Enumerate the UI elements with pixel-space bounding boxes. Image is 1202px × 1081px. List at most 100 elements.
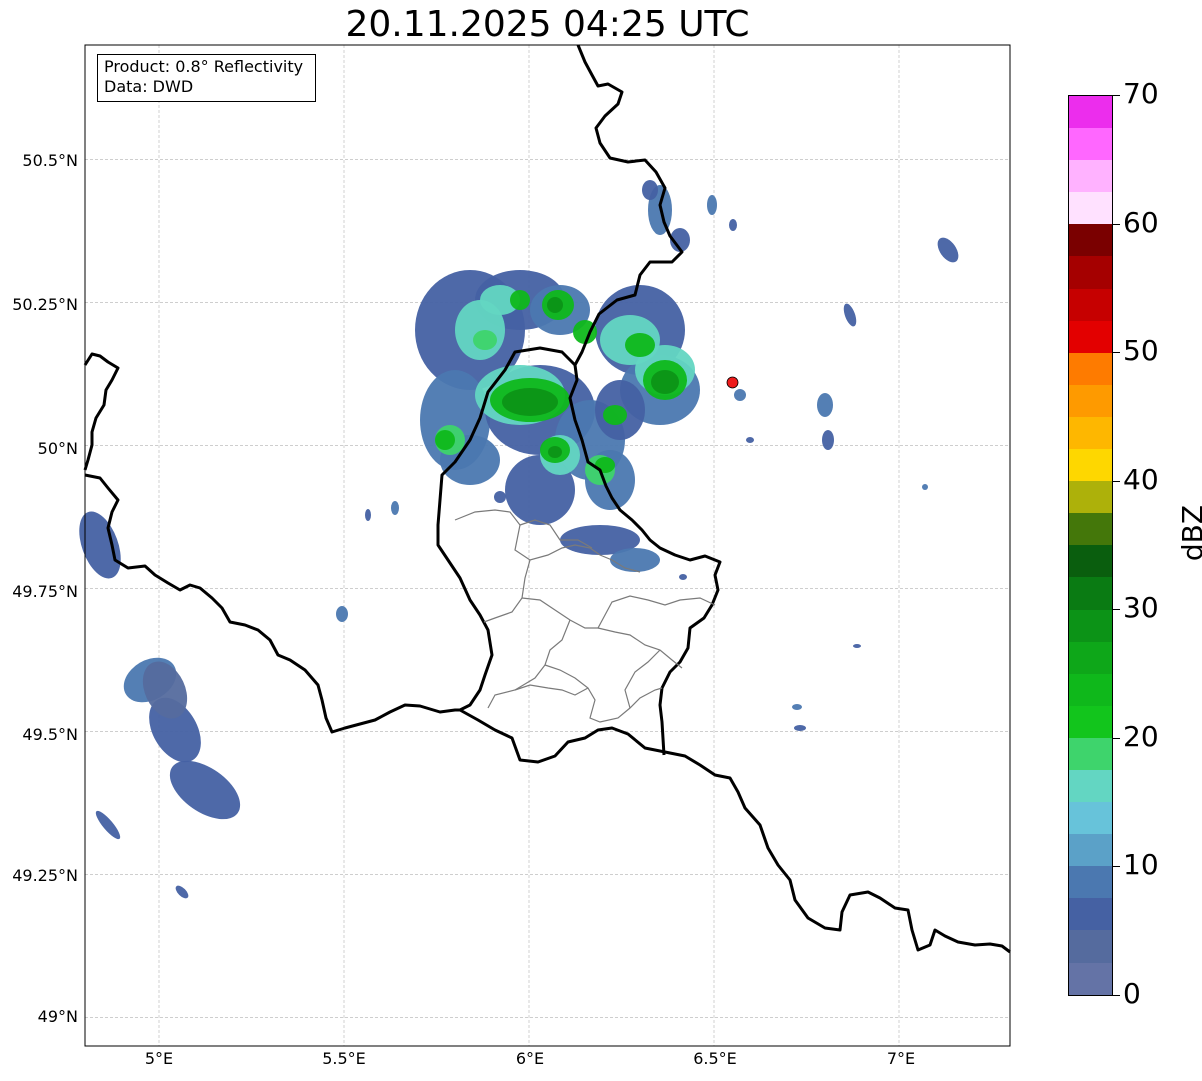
colorbar-segment [1069,449,1112,482]
colorbar-tick [1113,995,1120,996]
echo-cell [746,437,754,443]
echo-cell [679,574,687,580]
map-frame [84,44,1011,1047]
echo-cell [175,885,189,899]
data-source-text: Data: DWD [104,77,194,96]
echo-cell [435,430,455,450]
lat-label-49: 49°N [37,1007,78,1026]
colorbar-segment [1069,320,1112,353]
colorbar-segment [1069,160,1112,193]
echo-cell [79,511,121,579]
colorbar-tick [1113,352,1120,354]
colorbar-segment [1069,192,1112,225]
radar-site-marker [726,376,739,389]
colorbar-tick [1113,223,1120,225]
border-belgium-netherlands [83,352,120,471]
colorbar-label: 20 [1123,719,1159,753]
radar-site-dot [726,376,739,389]
echo-cell [610,548,660,572]
radar-map [79,44,1011,1047]
colorbar-segment [1069,802,1112,835]
colorbar-segment [1069,769,1112,803]
echo-cell [169,760,241,820]
colorbar-tick [1113,609,1120,611]
colorbar-label: 40 [1123,462,1159,496]
colorbar-segment [1069,577,1112,610]
lat-label-49.25: 49.25°N [12,866,78,885]
colorbar-segment [1069,962,1112,995]
colorbar-label: 60 [1123,205,1159,239]
echo-cell [595,457,615,473]
echo-cell [473,330,497,350]
echo-cell [391,501,399,515]
echo-cell [922,484,928,490]
echo-cell [625,333,655,357]
colorbar [1068,95,1113,996]
colorbar-tick [1113,480,1120,482]
colorbar-segment [1069,352,1112,385]
echo-cell [547,297,563,313]
colorbar-segment [1069,96,1112,129]
lon-label-7: 7°E [886,1049,916,1068]
colorbar-label: 50 [1123,334,1159,368]
lat-label-50.25: 50.25°N [12,295,78,314]
product-text: Product: 0.8° Reflectivity [104,57,304,76]
colorbar-segment [1069,416,1112,450]
echo-cell [937,237,959,263]
echo-cell [843,303,857,327]
colorbar-segment [1069,705,1112,738]
echo-cell [651,370,679,394]
lon-label-5.5: 5.5°E [322,1049,366,1068]
lat-label-49.75: 49.75°N [12,582,78,601]
echo-cell [853,644,861,648]
colorbar-segment [1069,930,1112,963]
colorbar-unit: dBZ [1176,504,1202,562]
colorbar-tick [1113,866,1120,868]
colorbar-segment [1069,128,1112,161]
colorbar-segment [1069,288,1112,321]
echo-cell [502,388,558,416]
border-france-lux-germany [459,708,1011,954]
echo-cell [734,389,746,401]
colorbar-segment [1069,641,1112,674]
colorbar-segment [1069,256,1112,289]
colorbar-segment [1069,481,1112,514]
lon-label-5: 5°E [144,1049,174,1068]
echo-cell [336,606,348,622]
colorbar-segment [1069,609,1112,642]
colorbar-tick [1113,95,1120,96]
colorbar-segment [1069,737,1112,770]
colorbar-segment [1069,673,1112,706]
echo-cell [707,195,717,215]
echo-cell [729,219,737,231]
echo-cell [792,704,802,710]
lon-label-6: 6°E [515,1049,545,1068]
colorbar-segment [1069,224,1112,257]
echo-cell [365,509,371,521]
info-box: Product: 0.8° Reflectivity Data: DWD [97,54,316,102]
echo-cell [494,491,506,503]
lat-label-49.5: 49.5°N [22,725,78,744]
lat-label-50.5: 50.5°N [22,151,78,170]
echo-cell [817,393,833,417]
echo-cell [642,180,658,200]
colorbar-segment [1069,513,1112,546]
lon-label-6.5: 6.5°E [693,1049,737,1068]
colorbar-segment [1069,866,1112,899]
colorbar-tick [1113,737,1120,739]
colorbar-label: 0 [1123,977,1141,1010]
colorbar-label: 70 [1123,77,1159,110]
colorbar-segment [1069,384,1112,417]
colorbar-label: 30 [1123,591,1159,625]
echo-cell [794,725,806,731]
gridlines [85,45,1010,1046]
colorbar-segment [1069,545,1112,578]
echo-cell [510,290,530,310]
echo-cell [603,405,627,425]
echo-cell [548,446,562,458]
lat-label-50: 50°N [37,439,78,458]
colorbar-segment [1069,898,1112,931]
colorbar-label: 10 [1123,848,1159,882]
echo-cell [95,810,121,840]
colorbar-segment [1069,834,1112,867]
